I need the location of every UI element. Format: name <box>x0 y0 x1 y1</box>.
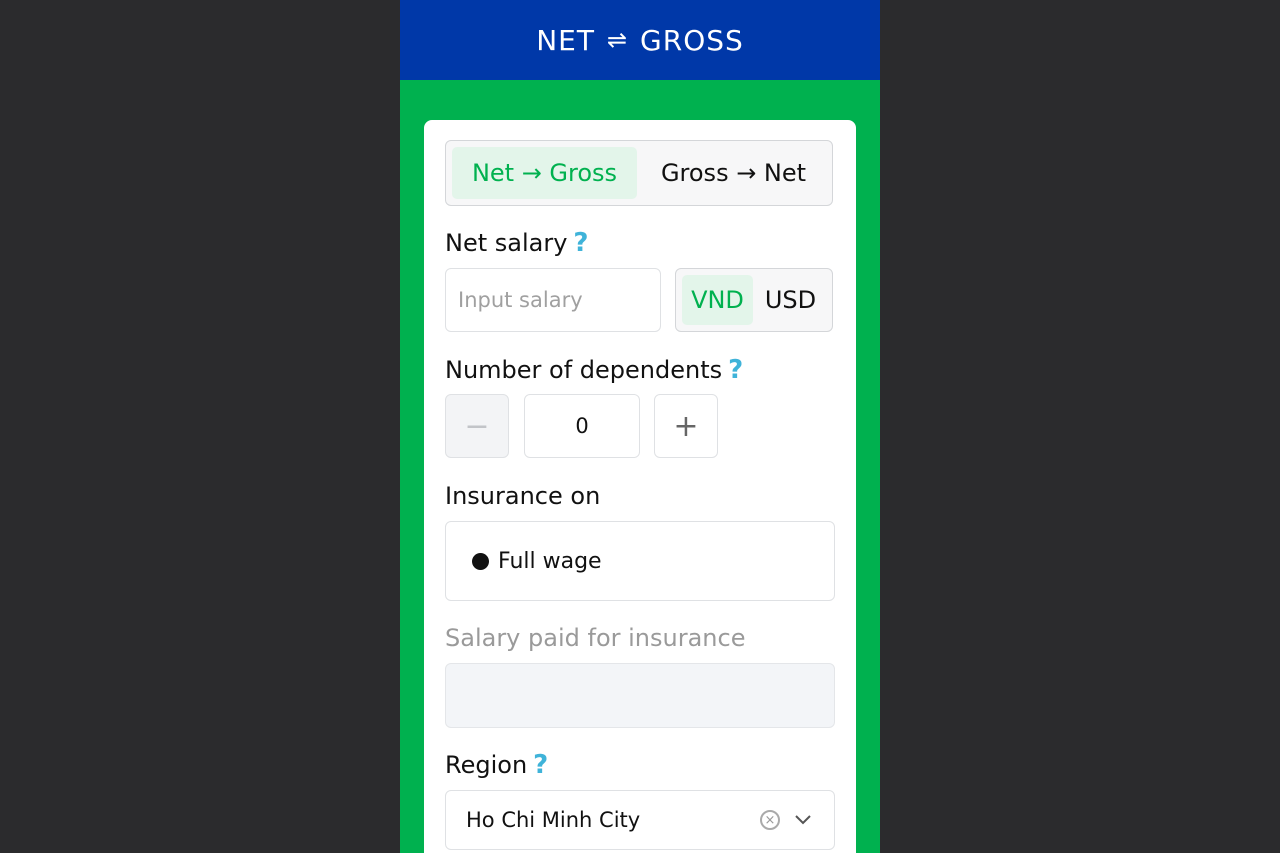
currency-vnd[interactable]: VND <box>682 275 753 325</box>
clear-icon[interactable]: × <box>760 810 780 830</box>
minus-icon: − <box>464 408 490 444</box>
chevron-down-icon[interactable] <box>794 814 812 826</box>
header-net: NET <box>536 23 595 57</box>
dependents-label-text: Number of dependents <box>445 356 723 384</box>
net-salary-field[interactable] <box>445 268 661 332</box>
insurance-label: Insurance on <box>445 482 600 510</box>
decrement-button[interactable]: − <box>445 394 509 458</box>
currency-usd[interactable]: USD <box>755 275 826 325</box>
increment-button[interactable]: + <box>654 394 718 458</box>
mode-gross-to-net[interactable]: Gross → Net <box>641 147 826 199</box>
help-icon[interactable]: ? <box>573 228 588 258</box>
currency-toggle: VND USD <box>675 268 833 332</box>
insurance-options: Full wage <box>445 521 835 601</box>
region-label: Region ? <box>445 750 548 780</box>
clear-icon-glyph: × <box>764 812 776 828</box>
swap-icon: ⇌ <box>606 26 629 54</box>
region-value: Ho Chi Minh City <box>466 808 641 832</box>
mode-toggle: Net → Gross Gross → Net <box>445 140 833 206</box>
dependents-value-field[interactable]: 0 <box>524 394 640 458</box>
dependents-value: 0 <box>575 414 589 438</box>
help-icon[interactable]: ? <box>728 355 743 385</box>
region-select[interactable]: Ho Chi Minh City × <box>445 790 835 850</box>
insurance-salary-label-text: Salary paid for insurance <box>445 624 746 652</box>
app-screen: NET ⇌ GROSS Net → Gross Gross → Net Net … <box>400 0 880 853</box>
help-icon[interactable]: ? <box>533 750 548 780</box>
net-salary-input[interactable] <box>446 269 660 331</box>
plus-icon: + <box>673 408 699 444</box>
dependents-label: Number of dependents ? <box>445 355 743 385</box>
radio-selected-icon[interactable] <box>472 552 489 570</box>
net-salary-label: Net salary ? <box>445 228 589 258</box>
mode-net-to-gross[interactable]: Net → Gross <box>452 147 637 199</box>
net-salary-label-text: Net salary <box>445 229 568 257</box>
region-label-text: Region <box>445 751 528 779</box>
insurance-salary-input <box>445 663 835 728</box>
header-gross: GROSS <box>640 23 744 57</box>
insurance-label-text: Insurance on <box>445 482 601 510</box>
insurance-option-full-wage[interactable]: Full wage <box>498 549 602 574</box>
calculator-card: Net → Gross Gross → Net Net salary ? VND… <box>424 120 856 853</box>
app-header: NET ⇌ GROSS <box>400 0 880 80</box>
insurance-salary-label: Salary paid for insurance <box>445 624 745 652</box>
